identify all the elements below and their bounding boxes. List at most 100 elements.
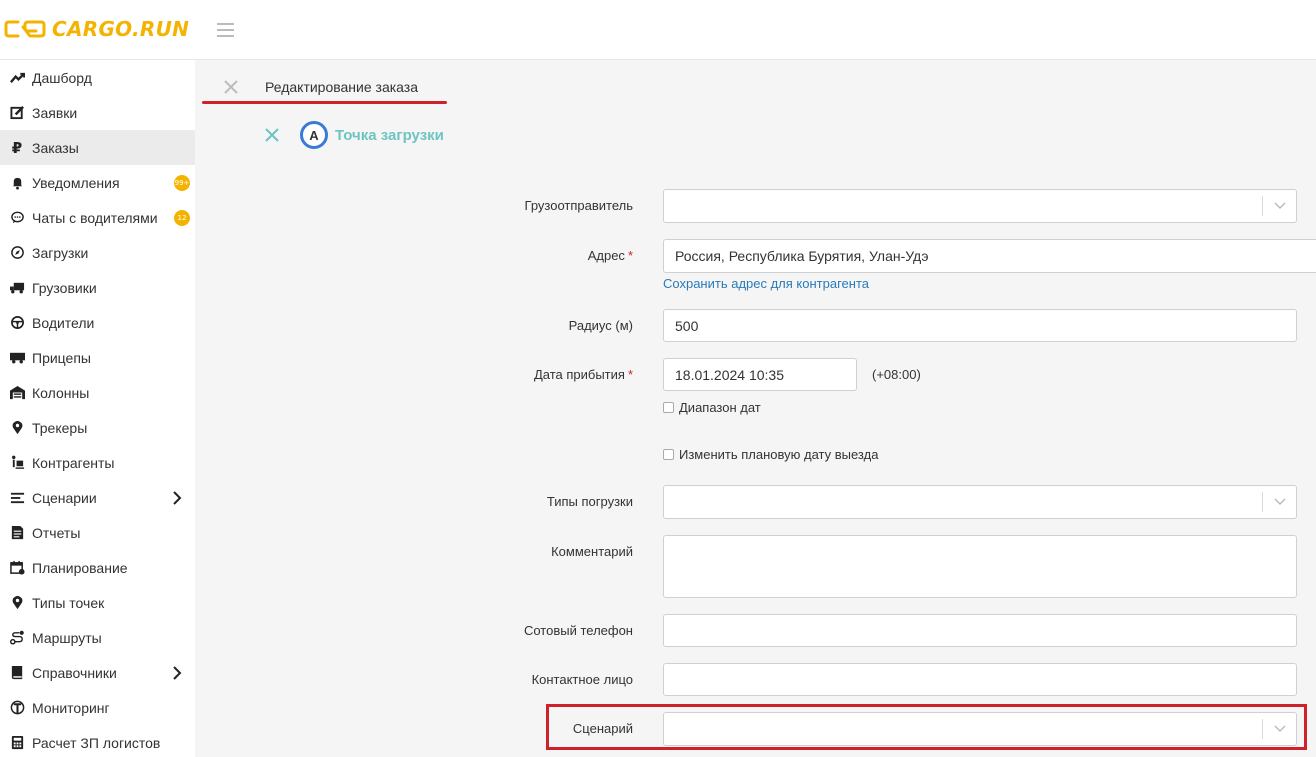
sidebar-item-label: Отчеты [32,524,81,541]
chevron-down-icon [1262,492,1296,512]
date-range-checkbox[interactable]: Диапазон дат [663,400,761,415]
sidebar-item-planning[interactable]: Планирование [0,550,195,585]
loading-types-select[interactable] [663,485,1297,519]
list-icon [9,490,25,506]
close-tab-icon[interactable] [221,77,241,97]
required-mark: * [627,248,633,263]
sidebar-item-label: Мониторинг [32,699,110,716]
required-mark: * [627,367,633,382]
sidebar-item-label: Заказы [32,139,79,156]
sidebar-item-requests[interactable]: Заявки [0,95,195,130]
timezone-label: (+08:00) [872,367,921,382]
sidebar-item-label: Грузовики [32,279,97,296]
tab-edit-order[interactable]: Редактирование заказа [265,79,418,95]
sidebar-item-dashboard[interactable]: Дашборд [0,60,195,95]
sidebar-item-loads[interactable]: Загрузки [0,235,195,270]
chevron-down-icon [1262,719,1296,739]
sidebar-item-driver-chats[interactable]: Чаты с водителями 12 [0,200,195,235]
checkbox-box[interactable] [663,449,674,460]
trailer-icon [9,350,25,366]
arrival-label-text: Дата прибытия [533,367,625,382]
sidebar-item-label: Расчет ЗП логистов [32,734,161,751]
brand-name: CARGO.RUN [52,17,190,41]
chat-badge: 12 [174,210,190,226]
shipper-label: Грузоотправитель [524,198,633,213]
chevron-right-icon [173,666,182,680]
monitoring-icon [9,700,25,716]
sidebar-item-salary-calc[interactable]: Расчет ЗП логистов [0,725,195,757]
sidebar-item-label: Контрагенты [32,454,115,471]
scenario-select[interactable] [663,712,1297,746]
radius-label: Радиус (м) [568,318,633,333]
date-range-label: Диапазон дат [679,400,761,415]
loading-point-header: A Точка загрузки [265,121,444,149]
arrival-label: Дата прибытия * [534,367,633,382]
sidebar-item-orders[interactable]: ₽ Заказы [0,130,195,165]
map-pin-icon [9,420,25,436]
sidebar-item-routes[interactable]: Маршруты [0,620,195,655]
address-value: Россия, Республика Бурятия, Улан-Удэ [675,248,929,264]
point-title[interactable]: Точка загрузки [335,127,444,144]
scenario-label: Сценарий [572,721,633,736]
phone-input[interactable] [663,614,1297,647]
main-content: Редактирование заказа A Точка загрузки Г… [195,60,1316,757]
sidebar-item-trucks[interactable]: Грузовики [0,270,195,305]
sidebar-item-trailers[interactable]: Прицепы [0,340,195,375]
sidebar-item-reports[interactable]: Отчеты [0,515,195,550]
sidebar-item-notifications[interactable]: Уведомления 99+ [0,165,195,200]
remove-point-icon[interactable] [265,128,279,142]
calendar-icon [9,560,25,576]
sidebar-item-counterparties[interactable]: Контрагенты [0,445,195,480]
arrival-date-input[interactable]: 18.01.2024 10:35 [663,358,857,391]
sidebar-item-monitoring[interactable]: Мониторинг [0,690,195,725]
sidebar-item-label: Чаты с водителями [32,209,158,226]
calculator-icon [9,735,25,751]
sidebar-item-scenarios[interactable]: Сценарии [0,480,195,515]
chevron-down-icon [1262,196,1296,216]
contact-input[interactable] [663,663,1297,696]
sidebar-item-label: Уведомления [32,174,120,191]
ruble-icon: ₽ [11,139,23,157]
comment-textarea[interactable] [663,535,1297,598]
map-pin-icon [9,595,25,611]
sidebar-item-directories[interactable]: Справочники [0,655,195,690]
compass-icon [9,245,25,261]
change-departure-checkbox[interactable]: Изменить плановую дату выезда [663,447,878,462]
address-input[interactable]: Россия, Республика Бурятия, Улан-Удэ [663,239,1316,273]
sidebar-item-point-types[interactable]: Типы точек [0,585,195,620]
sidebar-item-trackers[interactable]: Трекеры [0,410,195,445]
steering-wheel-icon [9,315,25,331]
checkbox-box[interactable] [663,402,674,413]
contact-label: Контактное лицо [531,672,633,687]
sidebar-item-label: Водители [32,314,95,331]
loading-types-label: Типы погрузки [546,494,633,509]
arrival-value: 18.01.2024 10:35 [675,366,784,383]
sidebar-item-label: Дашборд [32,69,92,86]
sidebar-item-label: Загрузки [32,244,89,261]
sidebar-item-columns[interactable]: Колонны [0,375,195,410]
address-label-text: Адрес [587,248,625,263]
sidebar-item-label: Заявки [32,104,78,121]
save-address-link[interactable]: Сохранить адрес для контрагента [663,276,869,291]
truck-icon [9,280,25,296]
logo[interactable]: CARGO.RUN [4,16,189,42]
book-icon [9,665,25,681]
sidebar-item-label: Трекеры [32,419,88,436]
change-departure-label: Изменить плановую дату выезда [679,447,879,462]
person-dolly-icon [9,455,25,471]
sidebar-item-label: Типы точек [32,594,105,611]
cargo-logo-icon [4,20,46,38]
top-bar: CARGO.RUN [0,0,1316,60]
sidebar-item-drivers[interactable]: Водители [0,305,195,340]
radius-input[interactable]: 500 [663,309,1297,342]
shipper-select[interactable] [663,189,1297,223]
sidebar-item-label: Сценарии [32,489,97,506]
warehouse-icon [9,385,25,401]
notification-badge: 99+ [174,175,190,191]
radius-value: 500 [675,317,699,334]
route-icon [9,630,25,646]
chevron-right-icon [173,491,182,505]
menu-toggle-icon[interactable] [217,23,234,37]
comment-label: Комментарий [551,544,633,559]
chat-icon [9,210,25,226]
